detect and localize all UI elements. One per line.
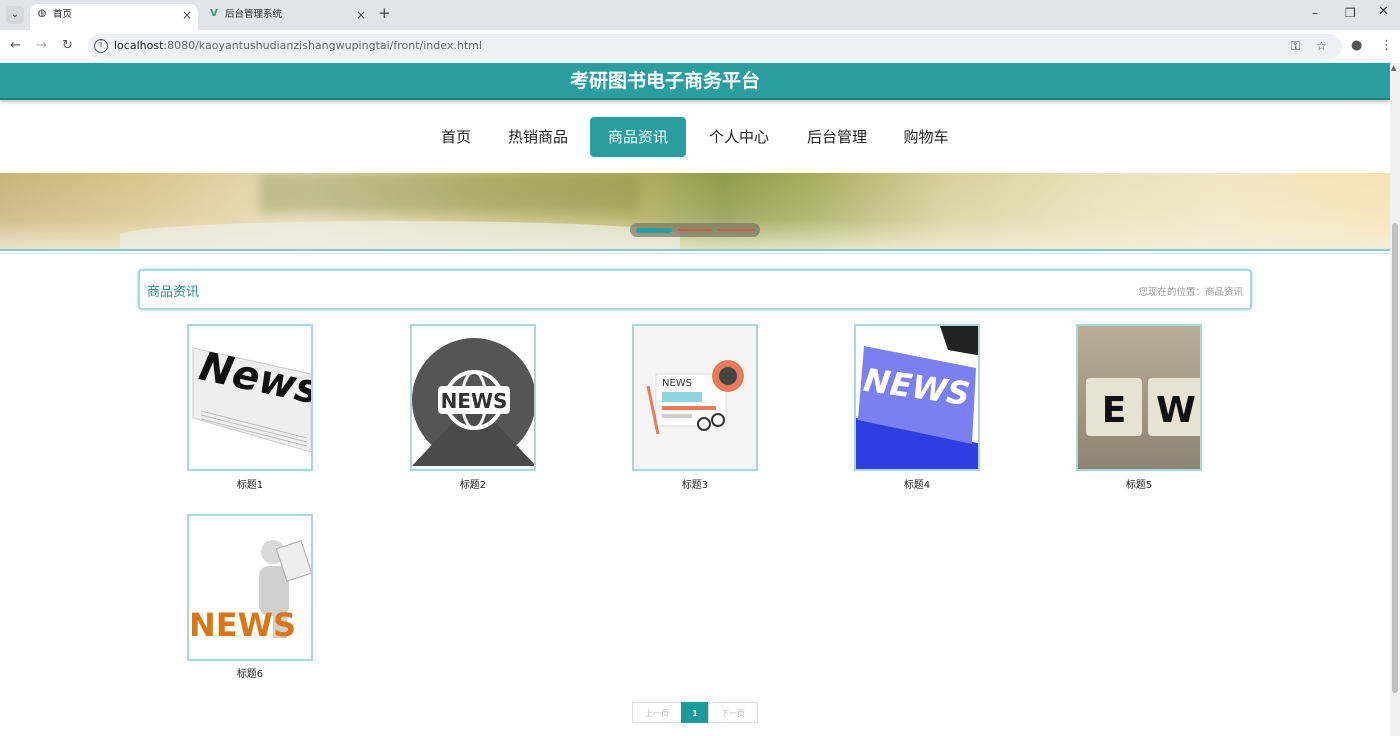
profile-icon[interactable]: ● [1351,38,1362,53]
news-card-image[interactable]: NEWS [410,324,536,471]
news-card-title[interactable]: 标题2 [410,476,536,491]
news-card-image[interactable]: NEWS [187,514,313,661]
vue-logo-icon: V [210,8,218,19]
tab-title: 首页 [53,9,73,20]
breadcrumb: 您现在的位置：商品资讯 [1138,287,1243,298]
browser-tabstrip: ⌄ ◍ 首页 × V 后台管理系统 × + – ❐ ✕ [0,0,1400,30]
reload-icon[interactable]: ↻ [62,38,73,53]
minimize-icon[interactable]: – [1312,6,1318,20]
site-title: 考研图书电子商务平台 [569,70,760,92]
restore-icon[interactable]: ❐ [1345,6,1356,20]
close-tab-icon[interactable]: × [356,4,366,26]
browser-tab[interactable]: V 后台管理系统 × [202,4,372,30]
scroll-up-icon[interactable]: ▲ [1391,64,1396,72]
page-number-button[interactable]: 1 [681,702,709,723]
newspaper-image: News [189,326,311,469]
news-card-image[interactable]: News [187,324,313,471]
url-text: localhost:8080/kaoyantushudianzishangwup… [114,39,482,52]
browser-toolbar: ← → ↻ i localhost:8080/kaoyantushudianzi… [0,30,1400,63]
globe-icon: ◍ [37,8,47,19]
tab-search-button[interactable]: ⌄ [6,6,24,24]
site-header: 考研图书电子商务平台 [0,63,1390,100]
news-key-image: NEWS [856,326,978,469]
scrollbar-thumb[interactable] [1392,223,1398,693]
svg-text:NEWS: NEWS [189,606,296,644]
menu-item-cart[interactable]: 购物车 [894,117,958,157]
svg-text:NEWS: NEWS [441,389,508,413]
page-content: 考研图书电子商务平台 首页 热销商品 商品资讯 个人中心 后台管理 购物车 商品… [0,63,1390,736]
page-scrollbar[interactable]: ▲ [1390,63,1400,736]
svg-text:W: W [1156,390,1196,431]
tab-title: 后台管理系统 [225,9,283,20]
news-illustration-image: NEWS [634,326,756,469]
carousel-dot-2[interactable] [678,229,712,231]
news-card-title[interactable]: 标题3 [632,476,758,491]
next-page-button[interactable]: 下一页 [708,702,758,723]
menu-item-news[interactable]: 商品资讯 [590,117,686,157]
banner-image-trees [260,173,640,213]
menu-item-hot-products[interactable]: 热销商品 [500,117,576,157]
main-menu: 首页 热销商品 商品资讯 个人中心 后台管理 购物车 [0,117,1390,157]
news-card-title[interactable]: 标题5 [1076,476,1202,491]
banner-divider [0,249,1390,254]
news-card-image[interactable]: NEWS [854,324,980,471]
address-bar[interactable]: i localhost:8080/kaoyantushudianzishangw… [88,34,1342,59]
news-card-image[interactable]: NEWS [632,324,758,471]
news-dice-image: E W [1078,326,1200,469]
browser-tab-active[interactable]: ◍ 首页 × [30,4,198,30]
news-card-title[interactable]: 标题1 [187,476,313,491]
svg-text:NEWS: NEWS [662,378,692,389]
menu-item-home[interactable]: 首页 [430,117,482,157]
prev-page-button[interactable]: 上一页 [632,702,682,723]
banner-carousel[interactable] [0,173,1390,249]
back-icon[interactable]: ← [10,38,21,53]
menu-item-personal-center[interactable]: 个人中心 [700,117,778,157]
news-figure-image: NEWS [189,516,311,659]
svg-text:E: E [1102,390,1127,431]
site-info-icon[interactable]: i [94,39,108,53]
news-card-title[interactable]: 标题4 [854,476,980,491]
carousel-indicators [630,223,760,237]
carousel-dot-3[interactable] [718,229,754,231]
globe-news-image: NEWS [412,326,534,469]
password-key-icon[interactable]: ⚿ [1291,39,1300,54]
bookmark-star-icon[interactable]: ☆ [1316,39,1327,53]
section-title: 商品资讯 [147,285,200,300]
menu-item-admin[interactable]: 后台管理 [798,117,876,157]
menu-kebab-icon[interactable]: ⋮ [1380,38,1393,53]
news-card-image[interactable]: E W [1076,324,1202,471]
banner-image-road [120,221,680,249]
close-tab-icon[interactable]: × [182,4,192,26]
carousel-dot-1[interactable] [636,228,672,233]
section-header: 商品资讯 您现在的位置：商品资讯 [138,269,1252,310]
forward-icon[interactable]: → [36,38,47,53]
new-tab-button[interactable]: + [378,4,391,22]
close-window-icon[interactable]: ✕ [1378,4,1389,19]
news-card-title[interactable]: 标题6 [187,665,313,680]
